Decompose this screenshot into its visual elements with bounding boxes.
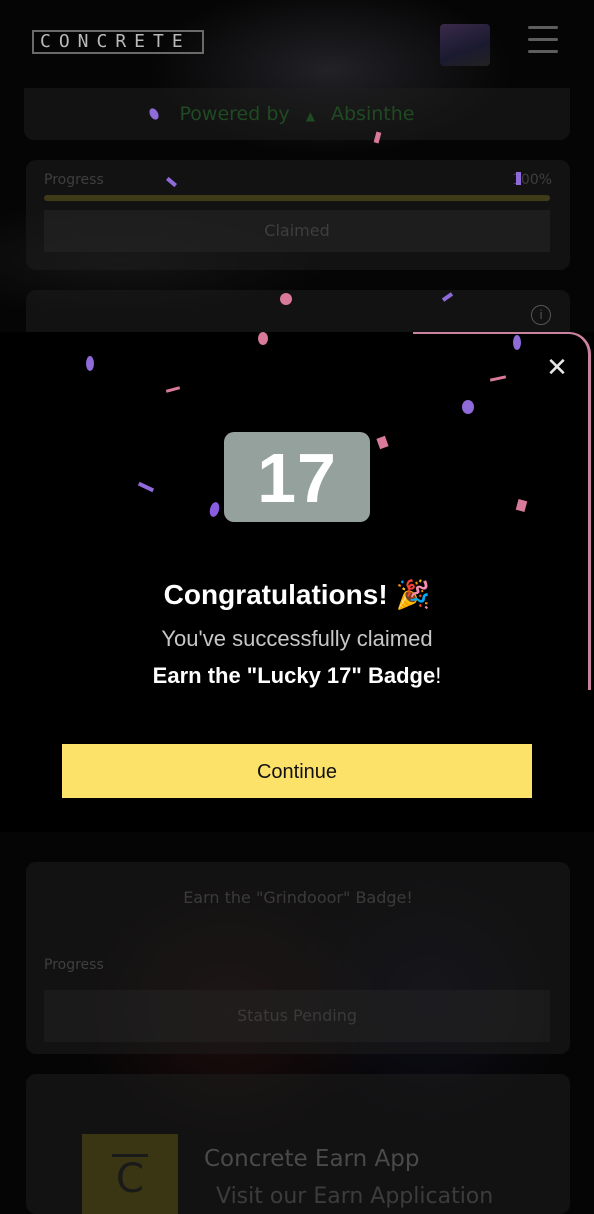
- confetti-piece: [513, 335, 521, 350]
- powered-by-banner: Powered by ▲ Absinthe: [24, 88, 570, 140]
- quest-title: Earn the "Grindooor" Badge!: [183, 888, 413, 907]
- lucky-17-badge: 17: [224, 432, 370, 522]
- claim-message: You've successfully claimed: [161, 626, 433, 651]
- close-icon[interactable]: ✕: [545, 355, 569, 381]
- app-icon: C: [82, 1134, 178, 1214]
- progress-label: Progress: [44, 957, 104, 973]
- menu-icon[interactable]: [528, 26, 558, 54]
- app-subtitle[interactable]: Visit our Earn Application: [216, 1184, 493, 1209]
- concrete-logo[interactable]: CONCRETE: [32, 30, 204, 54]
- triangle-icon: ▲: [305, 109, 315, 123]
- progress-label: Progress: [44, 172, 104, 188]
- confetti-piece: [86, 356, 94, 371]
- powered-by-prefix: Powered by: [179, 103, 290, 125]
- confetti-piece: [280, 293, 292, 305]
- confetti-piece: [462, 400, 474, 414]
- top-bar: CONCRETE: [0, 0, 594, 88]
- confetti-piece: [516, 172, 521, 185]
- powered-by-brand: Absinthe: [330, 103, 415, 125]
- claimed-item-line: Earn the "Lucky 17" Badge!: [152, 663, 442, 688]
- status-pending-button[interactable]: Status Pending: [44, 990, 550, 1042]
- progress-bar: [44, 195, 550, 201]
- claimed-item: Earn the "Lucky 17" Badge: [152, 663, 436, 688]
- continue-button[interactable]: Continue: [62, 744, 532, 798]
- congrats-title: Congratulations! 🎉: [163, 579, 431, 610]
- avatar[interactable]: [440, 24, 490, 66]
- app-title[interactable]: Concrete Earn App: [204, 1146, 419, 1172]
- info-icon[interactable]: i: [531, 305, 551, 325]
- confetti-piece: [258, 332, 268, 345]
- party-popper-icon: 🎉: [395, 579, 431, 610]
- claimed-button[interactable]: Claimed: [44, 210, 550, 252]
